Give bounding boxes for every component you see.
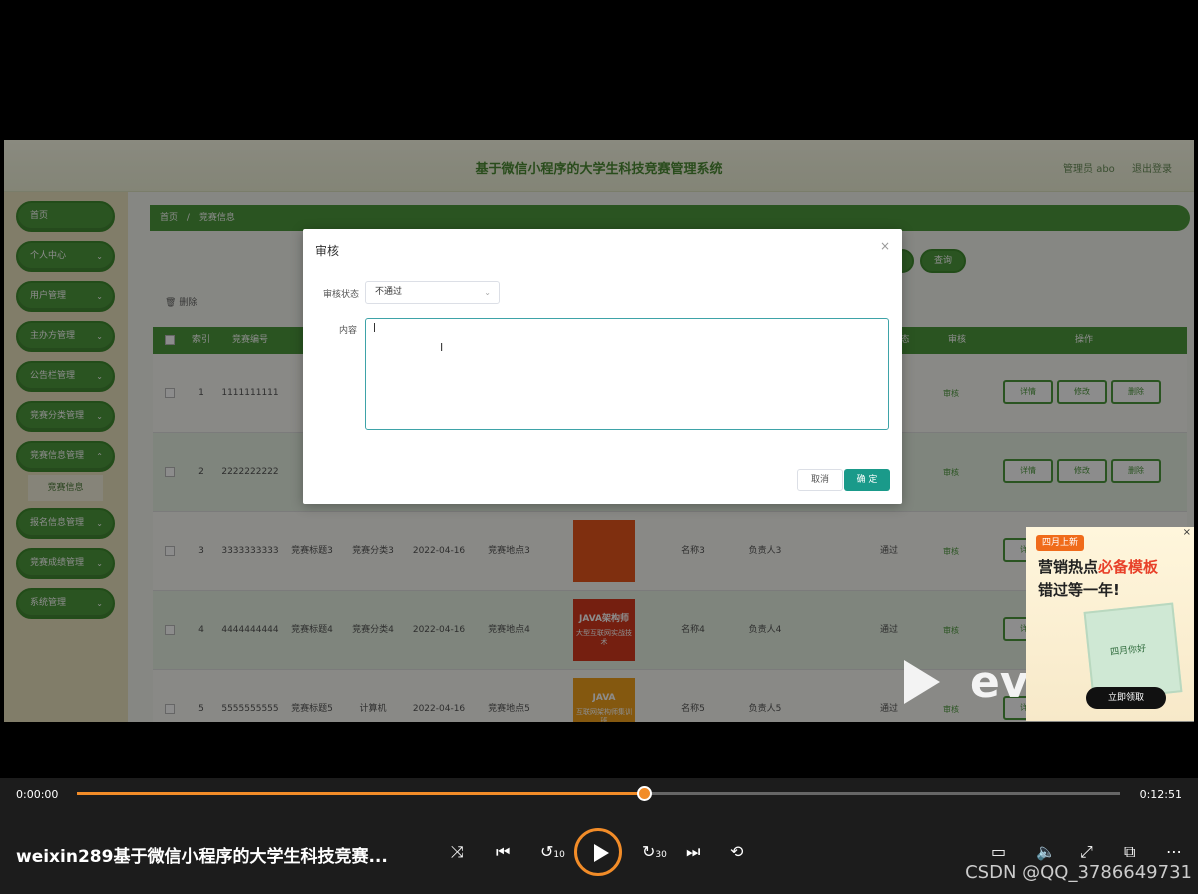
close-icon[interactable]: × (880, 239, 890, 253)
play-logo-icon (904, 660, 940, 704)
dialog-title: 审核 (315, 244, 340, 258)
play-icon (594, 844, 609, 862)
video-frame[interactable]: 基于微信小程序的大学生科技竞赛管理系统 管理员 abo 退出登录 首页 个人中心… (4, 140, 1194, 722)
content-label: 内容 (339, 326, 358, 336)
status-label: 审核状态 (323, 290, 360, 300)
fullscreen-icon[interactable]: ⤢ (1080, 842, 1093, 862)
previous-icon[interactable]: ⏮ (496, 842, 510, 862)
status-value: 不通过 (375, 287, 403, 297)
rewind-label: 10 (553, 850, 565, 860)
chevron-down-icon: ⌄ (484, 288, 491, 297)
player-controls: 0:00:00 0:12:51 weixin289基于微信小程序的大学生科技竞赛… (0, 778, 1198, 894)
rewind-10-icon[interactable]: ↺10 (540, 842, 565, 861)
seek-bar-fill (77, 792, 646, 795)
ad-headline: 营销热点必备模板 (1038, 556, 1158, 577)
total-time: 0:12:51 (1139, 788, 1182, 801)
ad-tag: 四月上新 (1036, 535, 1085, 551)
more-icon[interactable]: ⋯ (1166, 842, 1182, 861)
ad-cta-button[interactable]: 立即领取 (1086, 687, 1166, 709)
forward-30-icon[interactable]: ↻30 (642, 842, 667, 861)
mini-player-icon[interactable]: ⧉ (1124, 842, 1135, 862)
ad-headline-b: 必备模板 (1098, 558, 1159, 576)
cancel-button[interactable]: 取消 (797, 469, 843, 491)
ad-card[interactable]: 四月上新 × 营销热点必备模板 错过等一年! 四月你好 立即领取 (1026, 527, 1194, 721)
seek-bar[interactable] (77, 786, 1120, 801)
ad-headline-a: 营销热点 (1038, 558, 1099, 576)
text-caret (374, 323, 375, 332)
confirm-button[interactable]: 确 定 (844, 469, 890, 491)
ibeam-cursor-icon: I (440, 341, 444, 354)
subtitles-icon[interactable]: ▭ (991, 842, 1006, 861)
ad-close-icon[interactable]: × (1183, 527, 1191, 538)
csdn-watermark: CSDN @QQ_3786649731 (965, 862, 1192, 883)
status-select[interactable]: 不通过 ⌄ (365, 281, 500, 304)
play-button[interactable] (574, 828, 622, 876)
current-time: 0:00:00 (16, 788, 59, 801)
forward-label: 30 (655, 850, 667, 860)
volume-icon[interactable]: 🔈 (1036, 842, 1056, 861)
repeat-icon[interactable]: ⟲ (730, 842, 743, 861)
content-textarea[interactable]: I (365, 318, 889, 430)
video-title: weixin289基于微信小程序的大学生科技竞赛... (16, 847, 388, 867)
audit-dialog: 审核 × 审核状态 不通过 ⌄ 内容 I 取消 确 定 (303, 229, 902, 504)
seek-bar-thumb[interactable] (637, 786, 653, 801)
video-player: 基于微信小程序的大学生科技竞赛管理系统 管理员 abo 退出登录 首页 个人中心… (0, 0, 1198, 894)
ad-subline: 错过等一年! (1038, 581, 1120, 599)
shuffle-icon[interactable]: ⤨ (451, 842, 464, 862)
next-icon[interactable]: ⏭ (686, 842, 700, 862)
